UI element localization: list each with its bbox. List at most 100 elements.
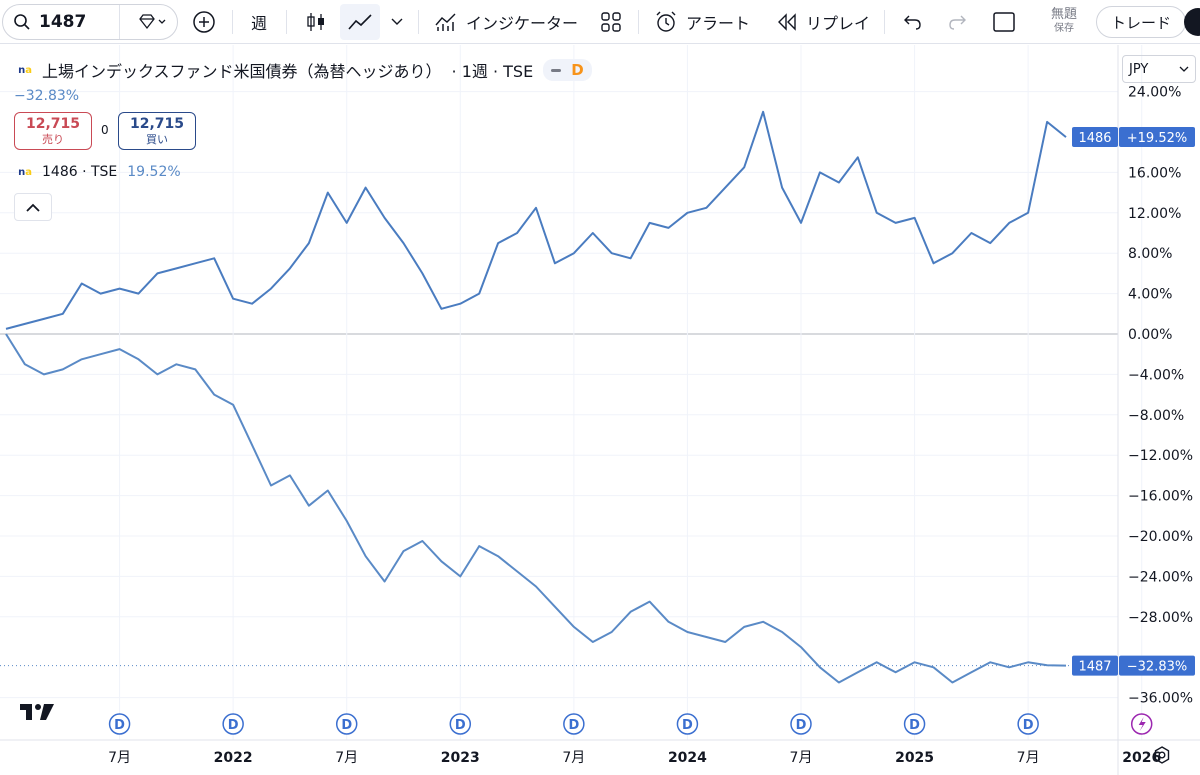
interval-button[interactable]: 週 — [244, 4, 274, 40]
x-tick-label: 2025 — [895, 750, 934, 766]
save-title: 無題 — [1050, 7, 1077, 22]
buy-label: 買い — [146, 133, 168, 146]
search-divider — [119, 5, 120, 39]
tradingview-logo[interactable] — [18, 700, 58, 724]
top-toolbar: 1487 週 インジケーター アラート リプレイ 無題 保存 トレード — [0, 0, 1200, 44]
y-tick-label: 8.00% — [1128, 246, 1172, 262]
last-symbol-text: 1487 — [1078, 660, 1111, 675]
alert-button[interactable]: アラート — [654, 4, 750, 40]
y-tick-label: −20.00% — [1128, 529, 1193, 545]
currency-dropdown[interactable]: JPY — [1122, 55, 1196, 83]
dividend-marker-label: D — [1023, 718, 1034, 733]
layouts-button[interactable] — [596, 4, 626, 40]
diamond-icon — [139, 14, 166, 30]
y-tick-label: 16.00% — [1128, 165, 1181, 181]
indicators-button[interactable]: インジケーター — [434, 4, 578, 40]
toolbar-separator — [638, 10, 639, 34]
dividend-marker-label: D — [909, 718, 920, 733]
alarm-clock-icon — [656, 11, 676, 32]
chevron-down-icon — [1179, 66, 1189, 72]
replay-button[interactable]: リプレイ — [776, 4, 870, 40]
rewind-icon — [778, 13, 796, 31]
avatar[interactable] — [1184, 8, 1200, 36]
delayed-badge: D — [571, 61, 584, 79]
series-lines — [0, 110, 1118, 684]
symbol-text: 1487 — [39, 12, 87, 32]
x-tick-label: 2022 — [214, 750, 253, 766]
main-change-value: −32.83% — [14, 88, 80, 104]
buy-button[interactable]: 12,715 買い — [118, 112, 196, 150]
dividend-markers: DDDDDDDDD — [108, 713, 1153, 735]
compare-legend[interactable]: na 1486 · TSE 19.52% — [14, 163, 181, 181]
chart-type-dropdown[interactable] — [386, 4, 408, 40]
replay-label: リプレイ — [806, 14, 871, 33]
dividend-marker-label: D — [796, 718, 807, 733]
fullscreen-button[interactable] — [990, 4, 1018, 40]
compare-symbol: 1486 · TSE — [42, 164, 118, 180]
compare-logo: na — [18, 166, 32, 178]
toolbar-separator — [286, 10, 287, 34]
compare-change: 19.52% — [127, 164, 181, 180]
y-tick-label: −24.00% — [1128, 569, 1193, 585]
sell-price: 12,715 — [25, 116, 81, 132]
toolbar-separator — [884, 10, 885, 34]
chart-legend-title[interactable]: na 上場インデックスファンド米国債券（為替ヘッジあり） · 1週 · TSE … — [14, 58, 592, 82]
dividend-marker-label: D — [568, 718, 579, 733]
chart-area[interactable]: 24.00% 16.00% 12.00% 8.00% 4.00% 0.00% −4.00% −… — [0, 45, 1200, 775]
x-tick-label: 7月 — [108, 750, 131, 766]
undo-button[interactable] — [898, 4, 926, 40]
search-icon — [14, 14, 30, 30]
square-icon — [993, 12, 1015, 32]
last-symbol-text: 1486 — [1078, 131, 1111, 146]
interval-label: 週 — [250, 14, 267, 33]
plus-circle-icon — [193, 11, 215, 33]
chart-settings-button[interactable] — [1150, 743, 1174, 767]
toolbar-separator — [418, 10, 419, 34]
sell-button[interactable]: 12,715 売り — [14, 112, 92, 150]
series-line-1487 — [5, 333, 1067, 684]
gear-icon — [1154, 746, 1170, 764]
y-tick-label: −36.00% — [1128, 691, 1193, 707]
symbol-type-dropdown[interactable] — [130, 4, 174, 40]
spread-value: 0 — [101, 123, 109, 137]
chevron-up-icon — [26, 203, 40, 212]
save-layout-button[interactable]: 無題 保存 — [1040, 4, 1088, 40]
y-tick-label: 0.00% — [1128, 327, 1172, 343]
alert-label: アラート — [686, 14, 751, 33]
fund-suffix: · 1週 · TSE — [451, 62, 534, 81]
last-value-text: −32.83% — [1127, 660, 1187, 675]
x-axis-labels: 7月 2022 7月 2023 7月 2024 7月 2025 7月 2026 — [108, 750, 1161, 766]
line-chart-icon — [348, 14, 372, 30]
x-tick-label: 7月 — [1017, 750, 1040, 766]
indicators-label: インジケーター — [466, 14, 579, 33]
currency-label: JPY — [1129, 61, 1149, 77]
redo-icon — [949, 15, 966, 30]
y-tick-label: −8.00% — [1128, 408, 1184, 424]
fund-title: 上場インデックスファンド米国債券（為替ヘッジあり） — [42, 62, 442, 81]
candlestick-icon — [307, 13, 324, 31]
chart-canvas[interactable]: 24.00% 16.00% 12.00% 8.00% 4.00% 0.00% −4.00% −… — [0, 45, 1200, 775]
candles-button[interactable] — [300, 4, 332, 40]
y-axis-labels: 24.00% 16.00% 12.00% 8.00% 4.00% 0.00% −4.00% −… — [1128, 85, 1193, 707]
y-tick-label: −16.00% — [1128, 489, 1193, 505]
last-value-text: +19.52% — [1127, 131, 1187, 146]
fund-logo: na — [18, 64, 32, 76]
collapse-legend-button[interactable] — [14, 193, 52, 221]
trade-button[interactable]: トレード — [1096, 6, 1187, 38]
add-symbol-button[interactable] — [190, 4, 218, 40]
line-chart-button[interactable] — [340, 4, 380, 40]
y-tick-label: 12.00% — [1128, 206, 1181, 222]
redo-button[interactable] — [944, 4, 972, 40]
dividend-marker-label: D — [455, 718, 466, 733]
x-tick-label: 7月 — [562, 750, 585, 766]
dividend-marker-label: D — [228, 718, 239, 733]
y-tick-label: −12.00% — [1128, 448, 1193, 464]
data-status-pill[interactable]: D — [543, 59, 592, 81]
x-tick-label: 2023 — [441, 750, 480, 766]
x-tick-label: 7月 — [790, 750, 813, 766]
y-tick-label: 24.00% — [1128, 85, 1181, 101]
save-sub: 保存 — [1054, 23, 1074, 34]
y-tick-label: −28.00% — [1128, 610, 1193, 626]
sell-label: 売り — [42, 133, 64, 146]
undo-icon — [904, 15, 921, 30]
